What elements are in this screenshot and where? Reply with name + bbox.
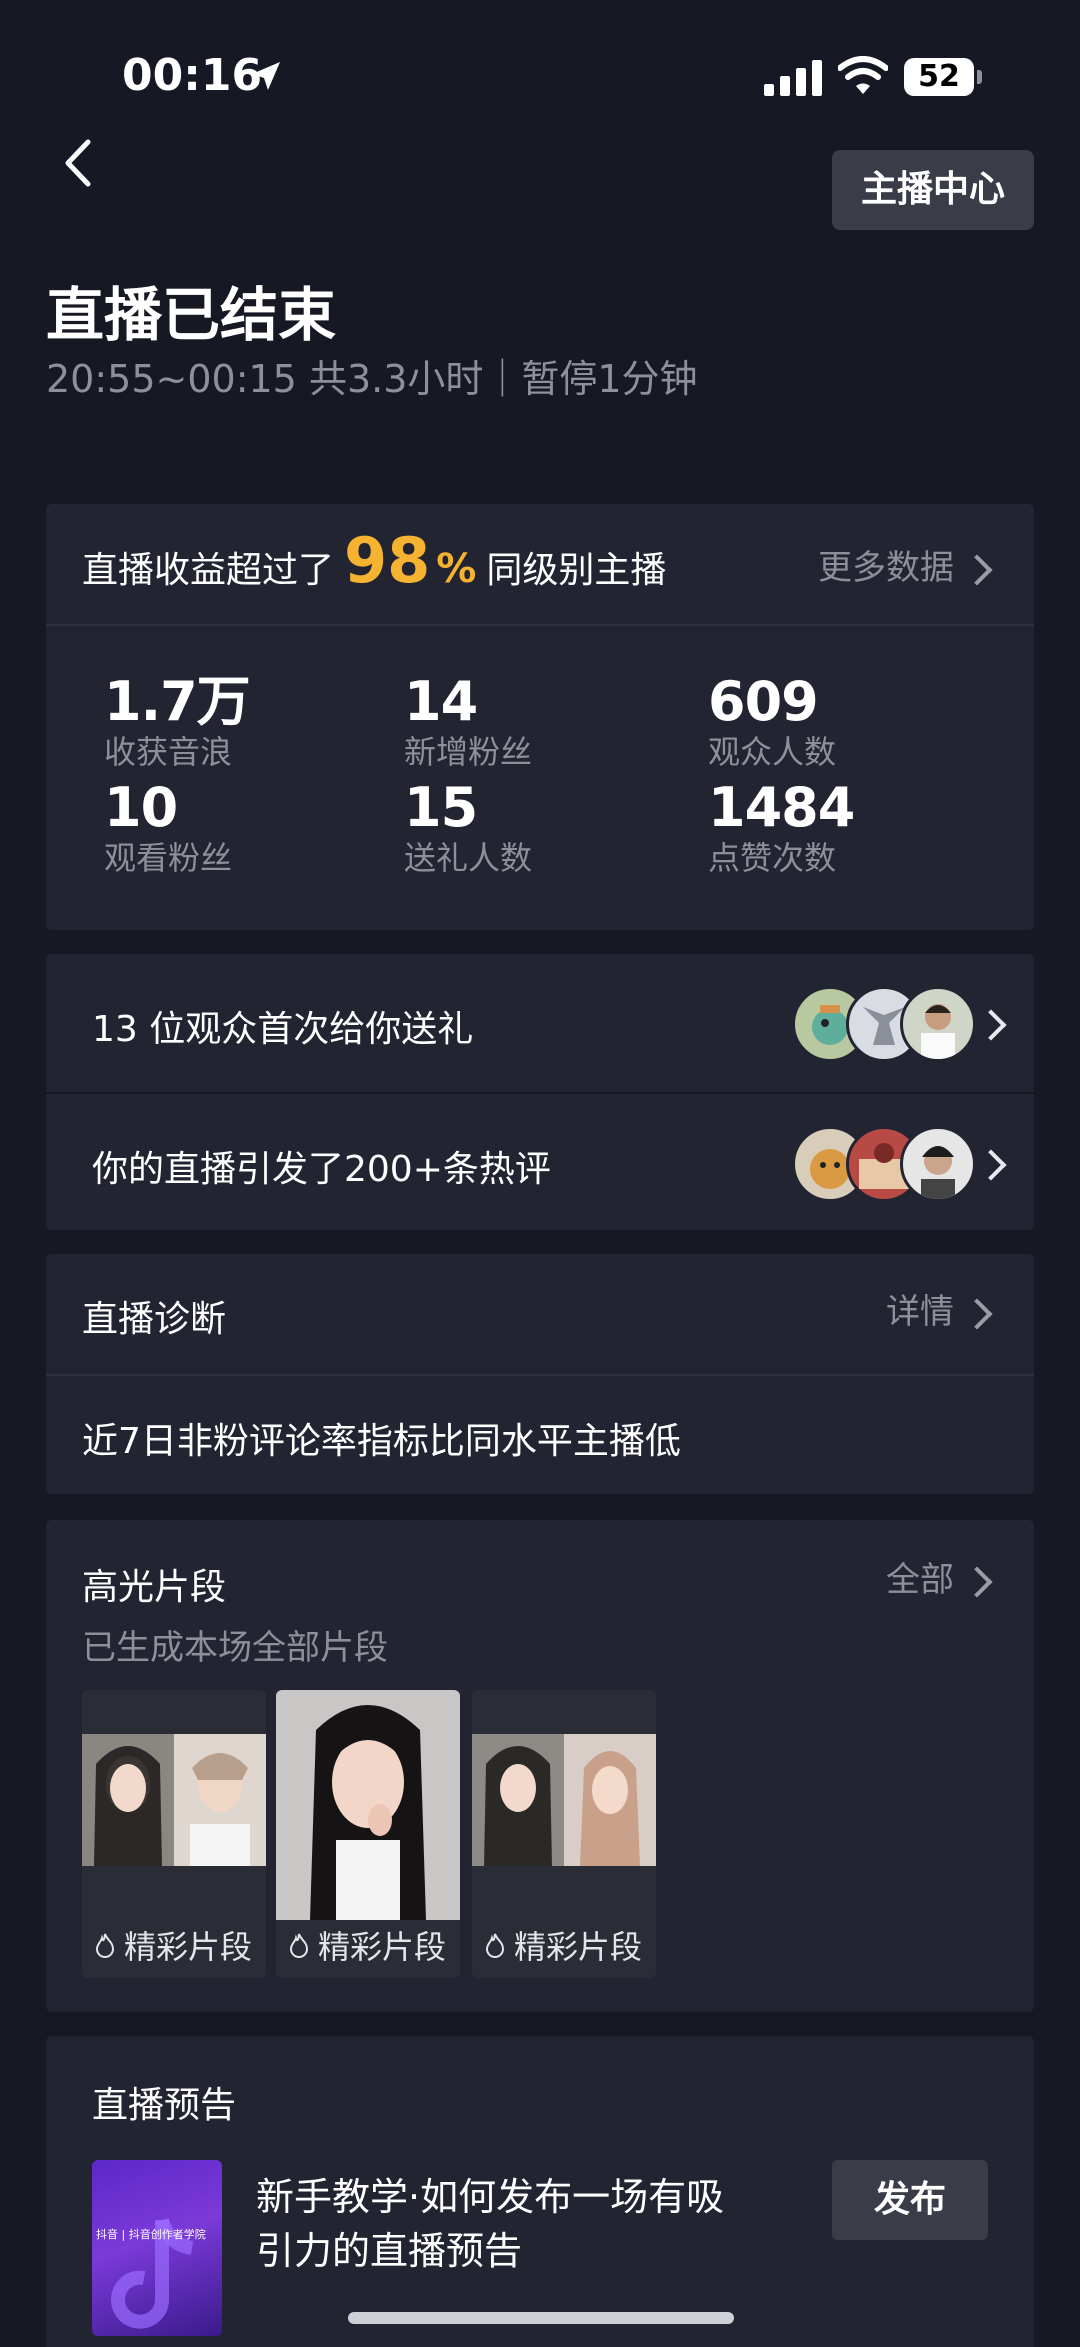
highlights-all-link[interactable]: 全部 — [886, 1550, 994, 1610]
avatar — [900, 1126, 976, 1202]
highlight-clip[interactable]: 精彩片段 — [472, 1690, 656, 1978]
chevron-right-icon — [961, 1298, 993, 1330]
earnings-rank: 直播收益超过了 98 % 同级别主播 — [82, 524, 666, 610]
first-gift-row[interactable]: 13 位观众首次给你送礼 — [46, 954, 1034, 1092]
flame-icon — [95, 1933, 115, 1958]
live-duration: 20:55~00:15 共3.3小时｜暂停1分钟 — [46, 357, 698, 401]
more-data-link[interactable]: 更多数据 — [818, 538, 994, 598]
diagnosis-title: 直播诊断 — [82, 1299, 227, 1340]
flame-icon — [289, 1933, 309, 1958]
stat-label: 收获音浪 — [104, 733, 233, 771]
stat-label: 观众人数 — [708, 733, 837, 771]
battery-level: 52 — [918, 59, 960, 94]
earnings-prefix: 直播收益超过了 — [82, 550, 335, 591]
stat-value: 609 — [708, 670, 819, 733]
earnings-percent: 98 — [344, 524, 431, 597]
location-arrow-icon — [252, 62, 280, 90]
battery-indicator: 52 — [904, 58, 974, 96]
live-preview-card: 直播预告 抖音 | 抖音创作者学院 新手教学·如何发布一场有吸 引力的直播预告 … — [46, 2036, 1034, 2347]
diagnosis-detail-link[interactable]: 详情 — [886, 1282, 994, 1342]
stat-value: 10 — [104, 776, 178, 839]
publish-button[interactable]: 发布 — [832, 2160, 988, 2240]
wifi-icon — [838, 56, 888, 94]
diagnosis-message: 近7日非粉评论率指标比同水平主播低 — [82, 1421, 681, 1462]
highlights-all-label: 全部 — [886, 1560, 954, 1600]
divider — [46, 624, 1034, 626]
battery-cap — [977, 70, 982, 84]
streamer-center-label: 主播中心 — [860, 169, 1005, 210]
stat-label: 新增粉丝 — [404, 733, 533, 771]
diagnosis-detail-label: 详情 — [886, 1292, 954, 1332]
earnings-percent-sign: % — [436, 546, 477, 592]
publish-label: 发布 — [873, 2179, 946, 2220]
preview-description-line1: 新手教学·如何发布一场有吸 — [256, 2175, 725, 2219]
stat-value: 1.7万 — [104, 670, 251, 733]
more-data-label: 更多数据 — [818, 548, 954, 588]
stat-label: 观看粉丝 — [104, 839, 233, 877]
clip-thumbnail — [276, 1690, 460, 1920]
stat-label: 点赞次数 — [708, 839, 837, 877]
flame-icon — [485, 1933, 505, 1958]
tiktok-logo-icon — [111, 2217, 194, 2329]
divider — [46, 1374, 1034, 1376]
first-gift-text: 13 位观众首次给你送礼 — [92, 1009, 474, 1050]
streamer-center-button[interactable]: 主播中心 — [832, 150, 1034, 230]
earnings-suffix: 同级别主播 — [486, 550, 667, 591]
highlight-clip[interactable]: 精彩片段 — [82, 1690, 266, 1978]
preview-description-line2: 引力的直播预告 — [256, 2229, 523, 2273]
clip-label-text: 精彩片段 — [318, 1928, 447, 1966]
highlights-title: 高光片段 — [82, 1567, 227, 1608]
highlight-clip[interactable]: 精彩片段 — [276, 1690, 460, 1978]
signal-icon — [764, 60, 822, 96]
chevron-right-icon — [961, 554, 993, 586]
home-indicator[interactable] — [348, 2312, 734, 2324]
avatar — [900, 986, 976, 1062]
chevron-right-icon — [975, 1009, 1007, 1041]
summary-card: 直播收益超过了 98 % 同级别主播 更多数据 1.7万 收获音浪 14 新增粉… — [46, 504, 1034, 930]
clip-label-text: 精彩片段 — [514, 1928, 643, 1966]
clip-label-text: 精彩片段 — [124, 1928, 253, 1966]
back-icon[interactable] — [62, 138, 94, 188]
status-time: 00:16 — [122, 50, 263, 101]
clip-thumbnail — [82, 1734, 266, 1866]
clip-label: 精彩片段 — [286, 1922, 446, 1968]
clip-label: 精彩片段 — [482, 1922, 642, 1968]
clip-label: 精彩片段 — [92, 1922, 252, 1968]
highlights-card: 高光片段 全部 已生成本场全部片段 精彩片段 精彩片段 精彩片段 — [46, 1520, 1034, 2012]
stat-label: 送礼人数 — [404, 839, 533, 877]
stat-value: 14 — [404, 670, 478, 733]
diagnosis-card: 直播诊断 详情 近7日非粉评论率指标比同水平主播低 — [46, 1254, 1034, 1494]
chevron-right-icon — [975, 1149, 1007, 1181]
highlights-subtitle: 已生成本场全部片段 — [82, 1628, 388, 1668]
chevron-right-icon — [961, 1566, 993, 1598]
stat-value: 15 — [404, 776, 478, 839]
page-title: 直播已结束 — [46, 281, 337, 349]
hot-comments-text: 你的直播引发了200+条热评 — [92, 1149, 551, 1190]
preview-thumbnail-text: 抖音 | 抖音创作者学院 — [96, 2228, 206, 2241]
live-preview-title: 直播预告 — [92, 2085, 237, 2126]
clip-thumbnail — [472, 1734, 656, 1866]
hot-comments-row[interactable]: 你的直播引发了200+条热评 — [46, 1094, 1034, 1230]
preview-thumbnail[interactable]: 抖音 | 抖音创作者学院 — [92, 2160, 222, 2336]
stat-value: 1484 — [708, 776, 855, 839]
